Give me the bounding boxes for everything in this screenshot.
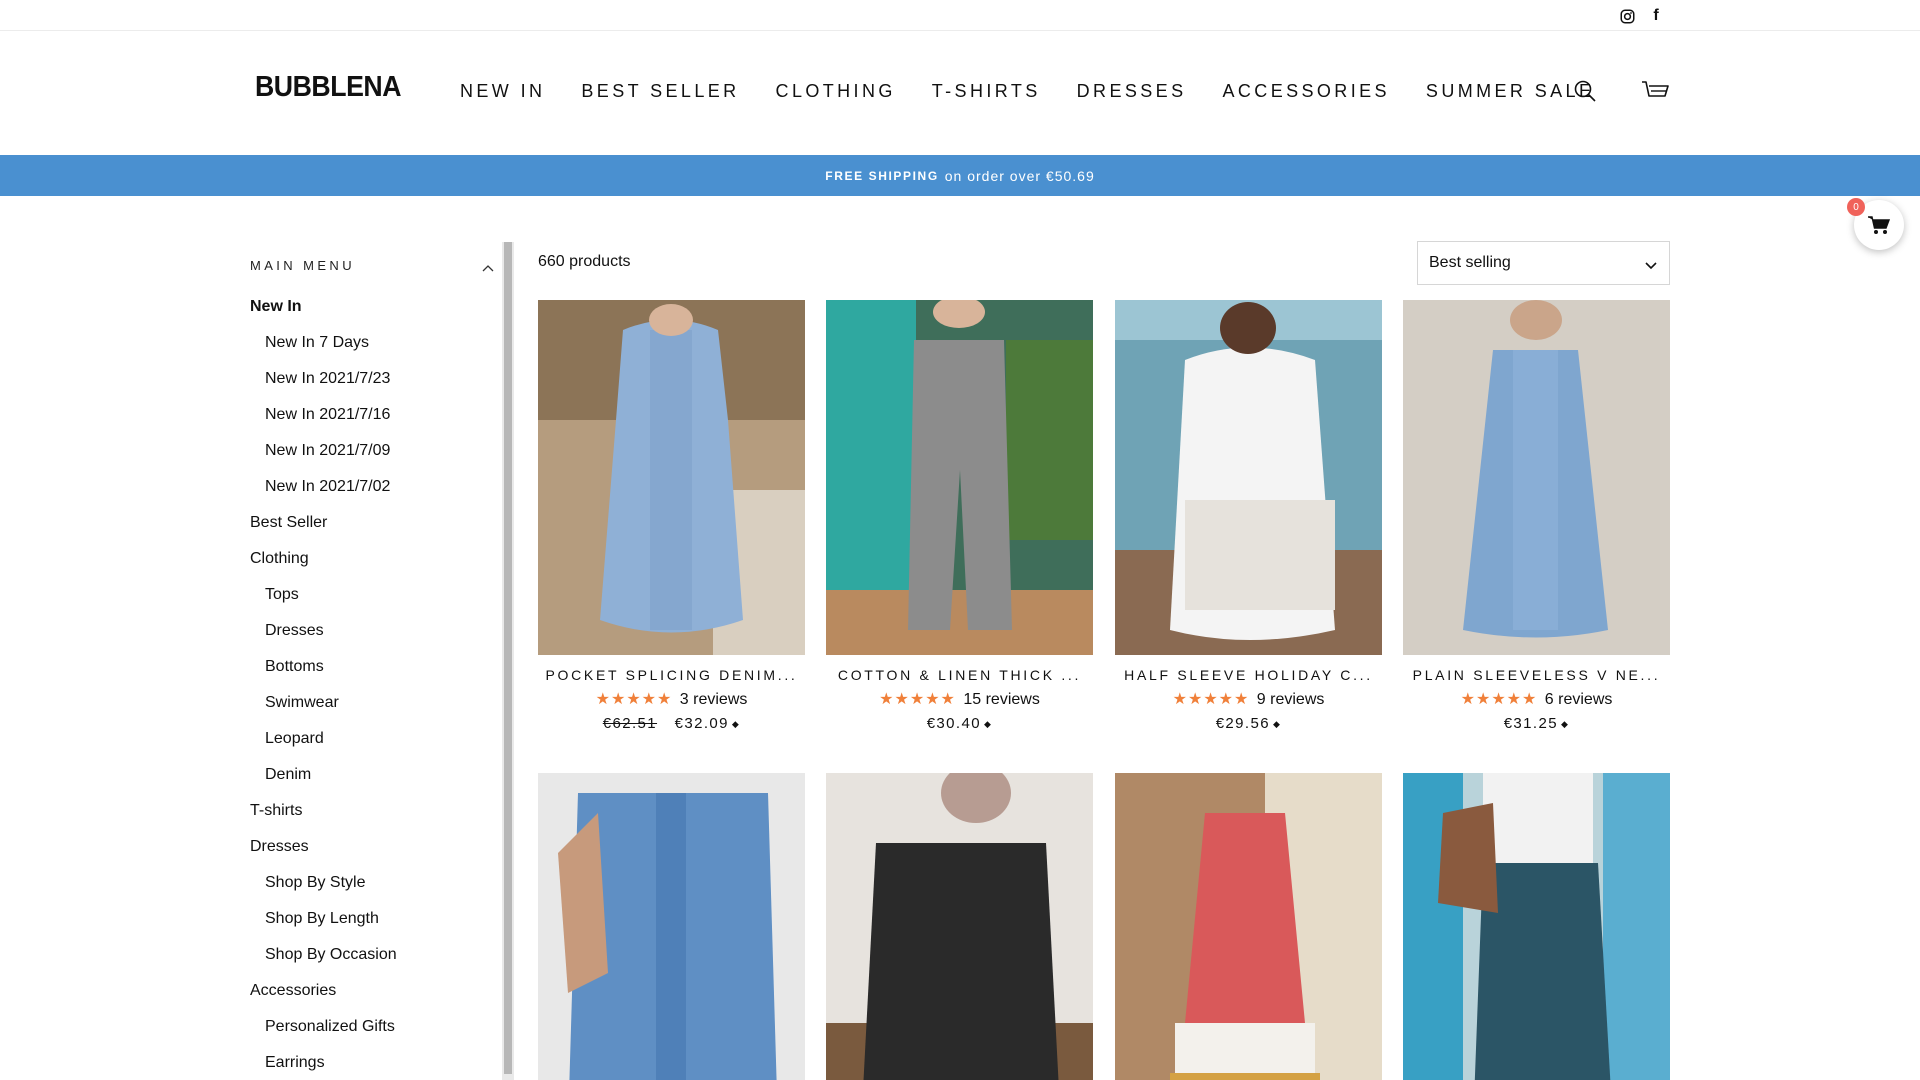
star-rating-icon: ★★★★★ bbox=[1172, 691, 1250, 708]
sort-select[interactable]: Best selling bbox=[1417, 241, 1670, 285]
product-title[interactable]: HALF SLEEVE HOLIDAY C... bbox=[1115, 667, 1382, 683]
sidebar-item-denim[interactable]: Denim bbox=[250, 766, 494, 802]
product-image[interactable] bbox=[1403, 300, 1670, 655]
search-icon[interactable] bbox=[1571, 77, 1599, 105]
currency-switch-icon[interactable]: ◆ bbox=[1561, 719, 1569, 729]
product-card[interactable] bbox=[1403, 773, 1670, 1080]
sidebar-menu: MAIN MENU New In New In 7 Days New In 20… bbox=[250, 240, 494, 1080]
product-card[interactable]: PLAIN SLEEVELESS V NE... ★★★★★ 6 reviews… bbox=[1403, 300, 1670, 732]
review-count: 9 reviews bbox=[1256, 691, 1325, 708]
menu-list: New In New In 7 Days New In 2021/7/23 Ne… bbox=[250, 298, 494, 1080]
floating-cart-button[interactable]: 0 bbox=[1847, 198, 1904, 250]
product-price: €29.56 ◆ bbox=[1115, 715, 1382, 732]
sidebar-item-best-seller[interactable]: Best Seller bbox=[250, 514, 494, 550]
announcement-bold: FREE SHIPPING bbox=[825, 168, 939, 183]
product-card[interactable] bbox=[538, 773, 805, 1080]
sidebar-item-swimwear[interactable]: Swimwear bbox=[250, 694, 494, 730]
nav-t-shirts[interactable]: T-SHIRTS bbox=[932, 81, 1041, 102]
product-rating[interactable]: ★★★★★ 15 reviews bbox=[826, 689, 1093, 709]
main-nav: NEW IN BEST SELLER CLOTHING T-SHIRTS DRE… bbox=[460, 81, 1594, 102]
product-image[interactable] bbox=[826, 773, 1093, 1080]
review-count: 6 reviews bbox=[1544, 691, 1613, 708]
product-title[interactable]: COTTON & LINEN THICK ... bbox=[826, 667, 1093, 683]
product-card[interactable] bbox=[826, 773, 1093, 1080]
sidebar-item-shop-by-occasion[interactable]: Shop By Occasion bbox=[250, 946, 494, 982]
product-rating[interactable]: ★★★★★ 3 reviews bbox=[538, 689, 805, 709]
product-image[interactable] bbox=[1403, 773, 1670, 1080]
announcement-bar: FREE SHIPPING on order over €50.69 bbox=[0, 155, 1920, 196]
currency-switch-icon[interactable]: ◆ bbox=[1273, 719, 1281, 729]
compare-at-price: €62.51 bbox=[602, 715, 658, 732]
main-menu-label: MAIN MENU bbox=[250, 258, 355, 273]
sidebar-item-clothing[interactable]: Clothing bbox=[250, 550, 494, 586]
sidebar-scrollbar[interactable] bbox=[502, 242, 514, 1080]
announcement-text: on order over €50.69 bbox=[944, 167, 1095, 184]
product-title[interactable]: PLAIN SLEEVELESS V NE... bbox=[1403, 667, 1670, 683]
sidebar-item-t-shirts[interactable]: T-shirts bbox=[250, 802, 494, 838]
product-card[interactable]: HALF SLEEVE HOLIDAY C... ★★★★★ 9 reviews… bbox=[1115, 300, 1382, 732]
chevron-down-icon bbox=[1645, 257, 1657, 275]
product-title[interactable]: POCKET SPLICING DENIM... bbox=[538, 667, 805, 683]
product-image[interactable] bbox=[1115, 300, 1382, 655]
product-price: €62.51 €32.09 ◆ bbox=[538, 715, 805, 732]
facebook-icon[interactable]: f bbox=[1647, 7, 1665, 25]
sort-value: Best selling bbox=[1429, 254, 1511, 271]
sidebar-item-earrings[interactable]: Earrings bbox=[250, 1054, 494, 1080]
sidebar-item-leopard[interactable]: Leopard bbox=[250, 730, 494, 766]
review-count: 3 reviews bbox=[679, 691, 748, 708]
product-image[interactable] bbox=[1115, 773, 1382, 1080]
currency-switch-icon[interactable]: ◆ bbox=[732, 719, 740, 729]
sidebar-item-new-in-7-days[interactable]: New In 7 Days bbox=[250, 334, 494, 370]
star-rating-icon: ★★★★★ bbox=[879, 691, 956, 708]
sale-price: €32.09 bbox=[674, 715, 729, 732]
sidebar-item-tops[interactable]: Tops bbox=[250, 586, 494, 622]
product-price: €31.25 ◆ bbox=[1403, 715, 1670, 732]
chevron-up-icon[interactable] bbox=[482, 260, 494, 275]
top-utility-bar: f bbox=[0, 0, 1920, 31]
instagram-icon[interactable] bbox=[1618, 7, 1636, 25]
nav-clothing[interactable]: CLOTHING bbox=[776, 81, 896, 102]
sale-price: €29.56 bbox=[1215, 715, 1270, 732]
nav-accessories[interactable]: ACCESSORIES bbox=[1222, 81, 1389, 102]
product-count: 660 products bbox=[538, 253, 631, 270]
sale-price: €31.25 bbox=[1503, 715, 1558, 732]
star-rating-icon: ★★★★★ bbox=[1460, 691, 1538, 708]
product-rating[interactable]: ★★★★★ 6 reviews bbox=[1403, 689, 1670, 709]
star-rating-icon: ★★★★★ bbox=[595, 691, 673, 708]
product-price: €30.40 ◆ bbox=[826, 715, 1093, 732]
sidebar-item-new-in-0723[interactable]: New In 2021/7/23 bbox=[250, 370, 494, 406]
product-rating[interactable]: ★★★★★ 9 reviews bbox=[1115, 689, 1382, 709]
currency-switch-icon[interactable]: ◆ bbox=[984, 719, 992, 729]
sidebar-item-shop-by-length[interactable]: Shop By Length bbox=[250, 910, 494, 946]
product-card[interactable]: POCKET SPLICING DENIM... ★★★★★ 3 reviews… bbox=[538, 300, 805, 732]
product-image[interactable] bbox=[538, 300, 805, 655]
sidebar-item-new-in-0702[interactable]: New In 2021/7/02 bbox=[250, 478, 494, 514]
scrollbar-thumb[interactable] bbox=[504, 242, 512, 1074]
sidebar-item-bottoms[interactable]: Bottoms bbox=[250, 658, 494, 694]
product-card[interactable] bbox=[1115, 773, 1382, 1080]
sidebar-item-shop-by-style[interactable]: Shop By Style bbox=[250, 874, 494, 910]
sidebar-item-dresses-sub[interactable]: Dresses bbox=[250, 622, 494, 658]
product-card[interactable]: COTTON & LINEN THICK ... ★★★★★ 15 review… bbox=[826, 300, 1093, 732]
nav-best-seller[interactable]: BEST SELLER bbox=[581, 81, 739, 102]
product-image[interactable] bbox=[826, 300, 1093, 655]
cart-icon bbox=[1868, 216, 1890, 234]
review-count: 15 reviews bbox=[963, 691, 1040, 708]
cart-count-badge: 0 bbox=[1847, 198, 1865, 216]
nav-new-in[interactable]: NEW IN bbox=[460, 81, 545, 102]
sidebar-item-personalized-gifts[interactable]: Personalized Gifts bbox=[250, 1018, 494, 1054]
sidebar-item-new-in-0709[interactable]: New In 2021/7/09 bbox=[250, 442, 494, 478]
store-logo[interactable]: BUBBLENA bbox=[255, 71, 401, 104]
sidebar-item-accessories[interactable]: Accessories bbox=[250, 982, 494, 1018]
sidebar-item-new-in-0716[interactable]: New In 2021/7/16 bbox=[250, 406, 494, 442]
main-menu-heading[interactable]: MAIN MENU bbox=[250, 258, 494, 273]
site-header: BUBBLENA NEW IN BEST SELLER CLOTHING T-S… bbox=[0, 31, 1920, 155]
sale-price: €30.40 bbox=[926, 715, 981, 732]
nav-dresses[interactable]: DRESSES bbox=[1077, 81, 1187, 102]
nav-summer-sale[interactable]: SUMMER SALE bbox=[1426, 81, 1594, 102]
cart-icon[interactable] bbox=[1641, 77, 1669, 105]
product-image[interactable] bbox=[538, 773, 805, 1080]
sidebar-item-new-in[interactable]: New In bbox=[250, 298, 494, 334]
sidebar-item-dresses[interactable]: Dresses bbox=[250, 838, 494, 874]
